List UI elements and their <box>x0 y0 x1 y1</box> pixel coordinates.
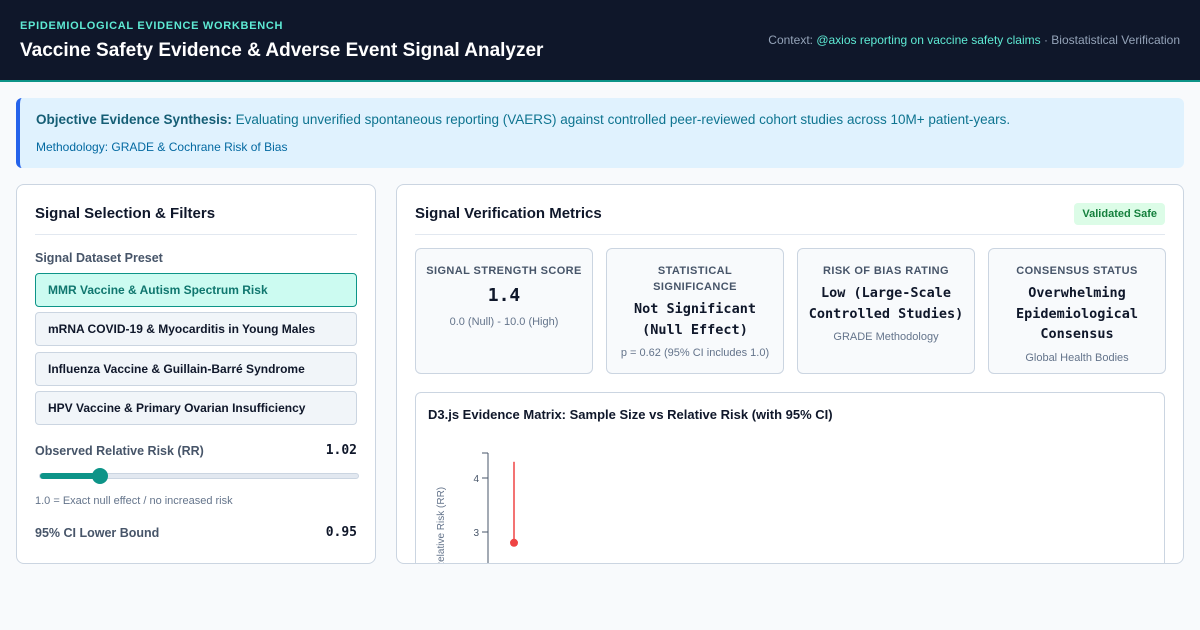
context-suffix: · Biostatistical Verification <box>1040 33 1180 47</box>
chart-title: D3.js Evidence Matrix: Sample Size vs Re… <box>428 407 833 422</box>
preset-hpv-poi[interactable]: HPV Vaccine & Primary Ovarian Insufficie… <box>35 391 357 425</box>
filters-divider <box>35 234 357 235</box>
metric-value: Not Significant (Null Effect) <box>634 301 756 338</box>
ci-lower-value: 0.95 <box>325 525 357 540</box>
metric-label: Consensus Status <box>1016 265 1138 277</box>
metric-value: 1.4 <box>487 285 521 306</box>
signal-filters-panel: Signal Selection & Filters Signal Datase… <box>16 184 376 564</box>
page-title: Vaccine Safety Evidence & Adverse Event … <box>20 40 544 61</box>
banner-text: Objective Evidence Synthesis: Evaluating… <box>36 112 1010 127</box>
banner-methodology: Methodology: GRADE & Cochrane Risk of Bi… <box>36 140 288 154</box>
status-badge: Validated Safe <box>1074 203 1165 225</box>
app-eyebrow: EPIDEMIOLOGICAL EVIDENCE WORKBENCH <box>20 20 284 32</box>
rr-slider-fill <box>40 473 101 479</box>
preset-label: Signal Dataset Preset <box>35 251 163 265</box>
metric-consensus-status: Consensus Status Overwhelming Epidemiolo… <box>988 248 1166 374</box>
banner-description: Evaluating unverified spontaneous report… <box>231 112 1011 127</box>
rr-value: 1.02 <box>325 443 357 458</box>
context-line: Context: @axios reporting on vaccine saf… <box>768 33 1180 47</box>
metric-label: Risk of Bias Rating <box>823 265 949 277</box>
metric-sub: Global Health Bodies <box>1025 351 1129 364</box>
y-tick-label: 3 <box>473 528 479 539</box>
y-axis-ticks: 43 <box>473 474 488 539</box>
metric-label: Signal Strength Score <box>426 265 582 277</box>
y-axis-label: Relative Risk (RR) <box>436 487 447 564</box>
metric-sub: GRADE Methodology <box>833 331 939 343</box>
banner-strong: Objective Evidence Synthesis: <box>36 112 232 127</box>
metric-sub: 0.0 (Null) - 10.0 (High) <box>449 316 559 328</box>
chart-plot-area: 43 Relative Risk (RR) <box>436 452 518 564</box>
preset-influenza-gbs[interactable]: Influenza Vaccine & Guillain-Barré Syndr… <box>35 352 357 386</box>
metric-value: Overwhelming Epidemiological Consensus <box>1016 285 1138 342</box>
filters-title: Signal Selection & Filters <box>35 205 216 222</box>
rr-hint: 1.0 = Exact null effect / no increased r… <box>35 495 233 507</box>
rr-label: Observed Relative Risk (RR) <box>35 444 204 458</box>
evidence-matrix-chart: D3.js Evidence Matrix: Sample Size vs Re… <box>415 392 1165 564</box>
metric-statistical-significance: Statistical Significance Not Significant… <box>606 248 784 374</box>
preset-mmr-autism[interactable]: MMR Vaccine & Autism Spectrum Risk <box>35 273 357 307</box>
metrics-divider <box>415 234 1165 235</box>
context-link[interactable]: @axios reporting on vaccine safety claim… <box>816 33 1040 47</box>
metric-risk-of-bias: Risk of Bias Rating Low (Large-Scale Con… <box>797 248 975 374</box>
metric-value: Low (Large-Scale Controlled Studies) <box>808 285 964 322</box>
rr-point[interactable] <box>510 538 518 547</box>
app-header: EPIDEMIOLOGICAL EVIDENCE WORKBENCH Vacci… <box>0 0 1200 82</box>
metric-sub: p = 0.62 (95% CI includes 1.0) <box>620 347 770 359</box>
rr-slider-thumb[interactable] <box>92 468 109 484</box>
y-tick-label: 4 <box>473 474 479 485</box>
ci-lower-label: 95% CI Lower Bound <box>35 526 160 540</box>
preset-mrna-myocarditis[interactable]: mRNA COVID-19 & Myocarditis in Young Mal… <box>35 312 357 346</box>
metric-label: Statistical Significance <box>653 265 737 293</box>
rr-slider[interactable] <box>39 468 359 484</box>
context-prefix: Context: <box>768 33 817 47</box>
verification-metrics-panel: Signal Verification Metrics Validated Sa… <box>396 184 1184 564</box>
synthesis-banner: Objective Evidence Synthesis: Evaluating… <box>16 98 1184 168</box>
metrics-title: Signal Verification Metrics <box>415 205 602 222</box>
chart-points <box>510 461 518 547</box>
metric-signal-strength: Signal Strength Score 1.4 0.0 (Null) - 1… <box>415 248 593 374</box>
